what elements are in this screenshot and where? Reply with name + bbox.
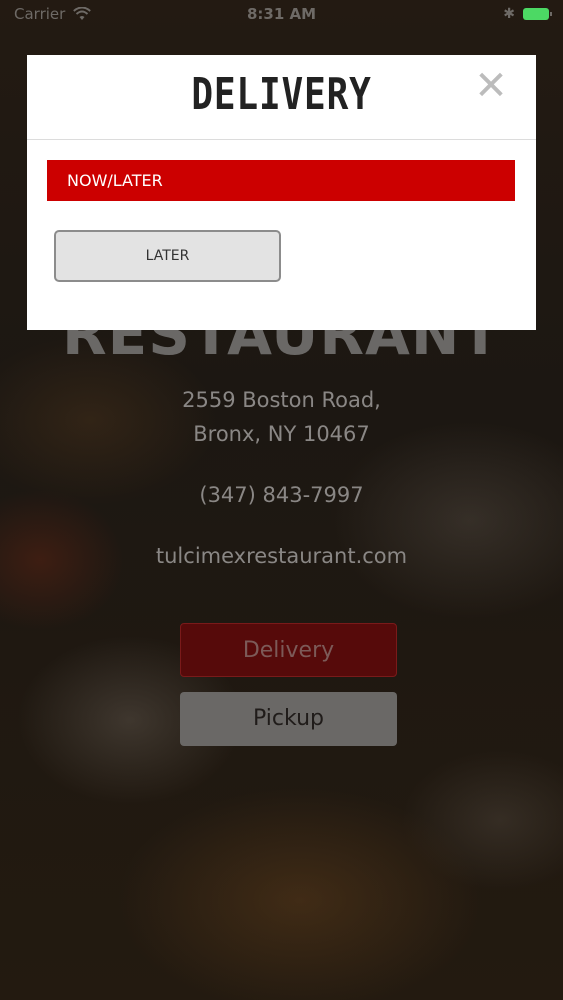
address-line-2: Bronx, NY 10467 [193, 422, 370, 446]
modal-title: DELIVERY [191, 69, 372, 120]
modal-header: DELIVERY ✕ [27, 55, 536, 140]
close-icon[interactable]: ✕ [474, 66, 508, 106]
later-button[interactable]: LATER [54, 230, 281, 282]
pickup-button[interactable]: Pickup [180, 692, 397, 746]
now-later-section-header: NOW/LATER [47, 160, 515, 201]
delivery-modal: DELIVERY ✕ NOW/LATER LATER [27, 55, 536, 330]
delivery-button[interactable]: Delivery [180, 623, 397, 677]
website-link[interactable]: tulcimexrestaurant.com [0, 544, 563, 568]
status-time: 8:31 AM [246, 5, 317, 23]
status-bar: Carrier 8:31 AM ✱ [0, 0, 563, 28]
address-line-1: 2559 Boston Road, [182, 388, 381, 412]
phone-link[interactable]: (347) 843-7997 [0, 483, 563, 507]
battery-icon [523, 8, 552, 20]
